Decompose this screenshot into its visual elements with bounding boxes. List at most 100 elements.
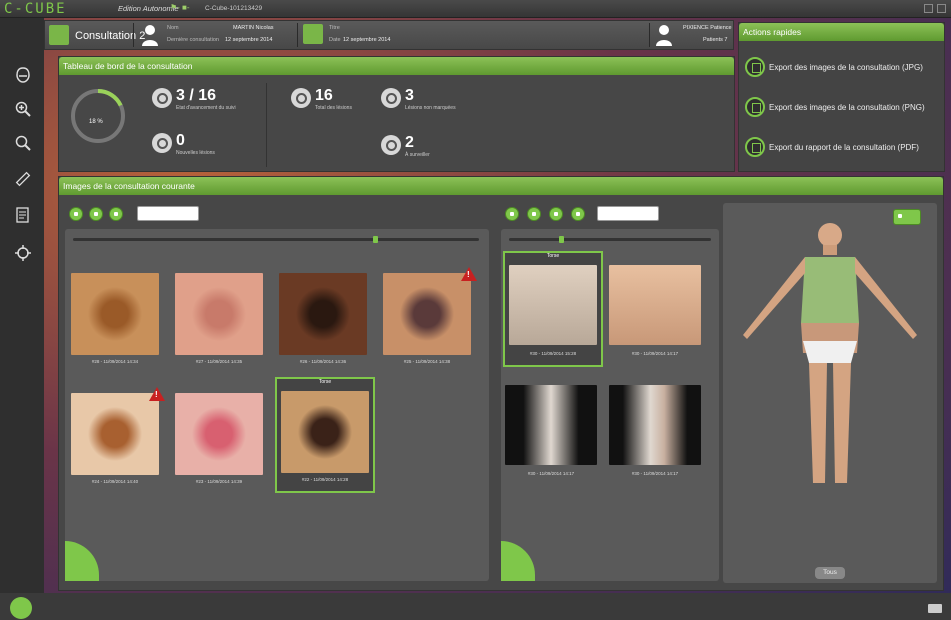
total-value: 16 xyxy=(315,87,333,104)
date-value: 12 septembre 2014 xyxy=(343,37,391,43)
lesion-caption: #22 - 11/09/2014 14:28 xyxy=(301,477,349,482)
home-icon[interactable] xyxy=(10,597,32,619)
export-pdf-button[interactable]: Export du rapport de la consultation (PD… xyxy=(745,135,919,159)
body-region-thumbnail[interactable]: Torse #30 - 11/09/2014 15:28 xyxy=(503,251,603,367)
delete-button[interactable] xyxy=(527,207,541,221)
total-stat: 16 Total des lésions xyxy=(315,87,352,111)
image-export-icon xyxy=(745,97,765,117)
divider xyxy=(649,23,650,47)
non-marquees-label: Lésions non marquées xyxy=(405,105,456,111)
zoom-slider[interactable] xyxy=(509,238,711,241)
zoom-slider-handle[interactable] xyxy=(373,236,378,243)
progress-ring xyxy=(71,89,125,143)
lesion-image xyxy=(175,273,263,355)
ruler-icon[interactable] xyxy=(14,170,32,188)
lesion-image xyxy=(71,273,159,355)
zoom-in-icon xyxy=(152,133,172,153)
tous-button[interactable]: Tous xyxy=(815,567,845,579)
lesion-caption: #28 - 11/09/2014 14:34 xyxy=(91,359,139,364)
close-button[interactable] xyxy=(937,4,946,13)
keyboard-icon[interactable] xyxy=(928,604,942,613)
non-marquees-stat: 3 Lésions non marquées xyxy=(405,87,456,111)
suivi-stat: 3 / 16 Etat d'avancement du suivi xyxy=(176,87,236,111)
lesion-thumbnail[interactable]: #23 - 11/09/2014 14:39 xyxy=(175,393,263,489)
divider xyxy=(266,83,267,167)
head-icon[interactable] xyxy=(14,66,32,84)
export-png-button[interactable]: Export des images de la consultation (PN… xyxy=(745,95,925,119)
surveiller-stat: 2 À surveiller xyxy=(405,134,430,158)
lesion-thumbnail[interactable]: #25 - 11/09/2014 14:38! xyxy=(383,267,477,369)
report-icon[interactable] xyxy=(14,206,32,224)
surveiller-label: À surveiller xyxy=(405,152,430,158)
zoom-slider-handle[interactable] xyxy=(559,236,564,243)
unmarked-icon xyxy=(381,88,401,108)
quick-actions-title: Actions rapides xyxy=(739,23,944,41)
divider xyxy=(133,23,134,47)
surveiller-value: 2 xyxy=(405,134,414,151)
quick-actions-panel: Actions rapides Export des images de la … xyxy=(738,22,945,172)
add-button[interactable] xyxy=(505,207,519,221)
body-region-thumbnail[interactable]: #30 - 11/09/2014 14:17 xyxy=(609,385,701,485)
body-region-thumbnail[interactable]: #30 - 11/09/2014 14:17 xyxy=(505,385,597,485)
nouvelles-label: Nouvelles lésions xyxy=(176,150,215,156)
warning-icon: ! xyxy=(461,267,477,281)
refresh-button[interactable] xyxy=(549,207,563,221)
body-region-caption: #30 - 11/09/2014 14:17 xyxy=(527,471,575,476)
bottom-bar xyxy=(0,593,951,620)
delete-button[interactable] xyxy=(69,207,83,221)
lesion-thumbnail[interactable]: #27 - 11/09/2014 14:35 xyxy=(175,273,263,369)
export-jpg-button[interactable]: Export des images de la consultation (JP… xyxy=(745,55,923,79)
lesion-thumbnail[interactable]: #26 - 11/09/2014 14:36 xyxy=(279,273,367,369)
more-button[interactable] xyxy=(571,207,585,221)
lesion-caption: #24 - 11/09/2014 14:40 xyxy=(91,479,139,484)
body-model-figure xyxy=(743,223,917,483)
nom-label: Nom xyxy=(167,25,179,31)
refresh-button[interactable] xyxy=(89,207,103,221)
calendar-icon xyxy=(49,25,69,45)
lesion-image xyxy=(281,391,369,473)
derniere-value: 12 septembre 2014 xyxy=(225,37,273,43)
body-model-view[interactable]: Tous xyxy=(723,203,937,583)
images-panel: Images de la consultation courante #28 -… xyxy=(58,176,944,591)
app-window: C-CUBE Edition Autonomie ⚑- ■- C-Cube-10… xyxy=(0,0,951,620)
image-export-icon xyxy=(745,57,765,77)
lesion-image xyxy=(71,393,159,475)
export-png-label: Export des images de la consultation (PN… xyxy=(769,102,925,112)
calendar-icon xyxy=(303,24,323,44)
head-icon[interactable] xyxy=(501,541,535,581)
lesion-caption: #23 - 11/09/2014 14:39 xyxy=(195,479,243,484)
suivi-label: Etat d'avancement du suivi xyxy=(176,105,236,111)
non-marquees-value: 3 xyxy=(405,87,414,104)
date-label: Date xyxy=(329,37,341,43)
practitioner-avatar-icon xyxy=(656,25,672,46)
thumbnail-header: Torse xyxy=(546,253,560,259)
lesion-thumbnail[interactable]: Torse #22 - 11/09/2014 14:28 xyxy=(275,377,375,493)
body-region-thumbnail[interactable]: #30 - 11/09/2014 14:17 xyxy=(609,265,701,365)
overview-search-input[interactable] xyxy=(597,206,659,221)
pdf-export-icon xyxy=(745,137,765,157)
search-icon xyxy=(152,88,172,108)
lesion-search-input[interactable] xyxy=(137,206,199,221)
progress-label: 18 % xyxy=(89,119,103,125)
lesion-gallery: #28 - 11/09/2014 14:34 #27 - 11/09/2014 1… xyxy=(65,229,489,581)
watch-icon xyxy=(381,135,401,155)
nouvelles-stat: 0 Nouvelles lésions xyxy=(176,132,215,156)
lesion-caption: #26 - 11/09/2014 14:36 xyxy=(299,359,347,364)
search-icon[interactable] xyxy=(65,541,99,581)
consultation-title: Consultation 2 xyxy=(75,30,146,42)
lesion-thumbnail[interactable]: #24 - 11/09/2014 14:40! xyxy=(71,387,165,489)
total-label: Total des lésions xyxy=(315,105,352,111)
zoom-slider[interactable] xyxy=(73,238,479,241)
body-region-caption: #30 - 11/09/2014 14:17 xyxy=(631,351,679,356)
more-button[interactable] xyxy=(109,207,123,221)
body-region-image xyxy=(609,385,701,465)
body-region-caption: #30 - 11/09/2014 15:28 xyxy=(529,351,577,356)
target-icon[interactable] xyxy=(14,244,32,262)
suivi-value: 3 / 16 xyxy=(176,87,217,104)
zoom-in-icon[interactable] xyxy=(14,100,32,118)
search-icon[interactable] xyxy=(14,134,32,152)
minimize-button[interactable] xyxy=(924,4,933,13)
lesion-thumbnail[interactable]: #28 - 11/09/2014 14:34 xyxy=(71,273,159,369)
patient-header: Consultation 2 Nom MARTIN Nicolas Derniè… xyxy=(44,20,734,50)
lesion-image xyxy=(279,273,367,355)
